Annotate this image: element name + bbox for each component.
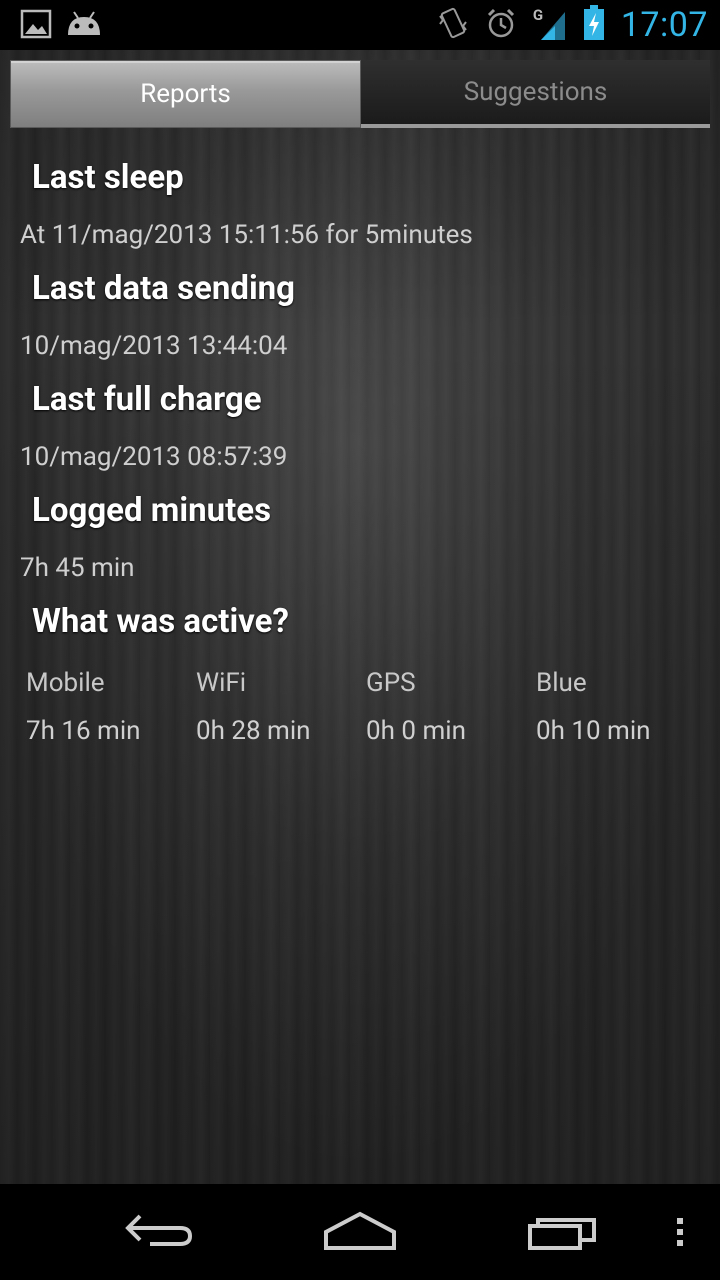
status-bar: G 17:07 xyxy=(0,0,720,50)
home-button[interactable] xyxy=(320,1208,400,1256)
logged-minutes-heading: Logged minutes xyxy=(32,491,272,530)
back-button[interactable] xyxy=(120,1208,200,1256)
back-icon xyxy=(125,1214,193,1246)
what-was-active-heading: What was active? xyxy=(32,602,289,641)
active-item-label: WiFi xyxy=(196,668,247,698)
last-sleep-value: At 11/mag/2013 15:11:56 for 5minutes xyxy=(20,220,473,250)
active-item-bluetooth: Blue 0h 10 min xyxy=(536,668,706,746)
tab-reports[interactable]: Reports xyxy=(10,60,361,128)
status-clock: 17:07 xyxy=(620,5,708,45)
overflow-menu-button[interactable] xyxy=(668,1208,692,1256)
tab-suggestions-label: Suggestions xyxy=(463,77,608,107)
active-item-label: Blue xyxy=(536,668,587,698)
last-data-sending-heading: Last data sending xyxy=(32,269,296,308)
last-full-charge-heading: Last full charge xyxy=(32,380,262,419)
active-item-label: Mobile xyxy=(26,668,105,698)
main-area: Reports Suggestions Last sleep At 11/mag… xyxy=(0,50,720,1184)
menu-icon xyxy=(677,1218,683,1246)
recent-apps-button[interactable] xyxy=(522,1208,602,1256)
battery-charging-icon xyxy=(583,5,605,45)
home-icon xyxy=(324,1211,396,1250)
tab-suggestions[interactable]: Suggestions xyxy=(361,60,710,128)
active-item-value: 0h 10 min xyxy=(536,716,651,746)
android-icon xyxy=(66,9,102,43)
vibrate-icon xyxy=(437,6,469,44)
tab-reports-label: Reports xyxy=(140,79,231,109)
recent-apps-icon xyxy=(528,1218,596,1250)
active-item-label: GPS xyxy=(366,668,416,698)
active-item-value: 0h 28 min xyxy=(196,716,311,746)
last-data-sending-value: 10/mag/2013 13:44:04 xyxy=(20,331,288,361)
active-item-wifi: WiFi 0h 28 min xyxy=(196,668,366,746)
gallery-icon xyxy=(20,8,52,44)
last-full-charge-value: 10/mag/2013 08:57:39 xyxy=(20,442,288,472)
logged-minutes-value: 7h 45 min xyxy=(20,553,135,583)
signal-icon: G xyxy=(533,6,567,42)
navigation-bar xyxy=(0,1184,720,1280)
last-sleep-heading: Last sleep xyxy=(32,158,184,197)
active-item-gps: GPS 0h 0 min xyxy=(366,668,536,746)
alarm-icon xyxy=(485,6,517,44)
tab-bar: Reports Suggestions xyxy=(10,60,710,128)
active-item-mobile: Mobile 7h 16 min xyxy=(26,668,196,746)
active-item-value: 0h 0 min xyxy=(366,716,466,746)
active-item-value: 7h 16 min xyxy=(26,716,141,746)
